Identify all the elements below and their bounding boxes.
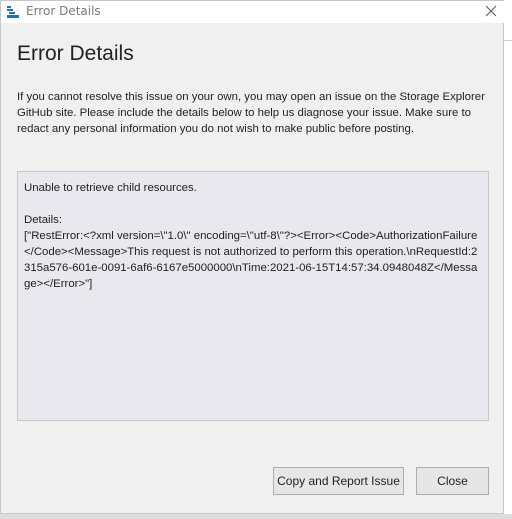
window-title: Error Details bbox=[26, 4, 101, 18]
close-icon[interactable] bbox=[481, 2, 501, 20]
error-details-text[interactable]: Unable to retrieve child resources. Deta… bbox=[17, 171, 489, 421]
copy-and-report-issue-button[interactable]: Copy and Report Issue bbox=[273, 467, 404, 495]
background-divider bbox=[504, 40, 512, 41]
background-window bbox=[504, 0, 512, 519]
page-title: Error Details bbox=[17, 42, 134, 65]
storage-explorer-icon bbox=[6, 4, 20, 18]
error-details-dialog: Error Details Error Details If you canno… bbox=[0, 0, 505, 514]
dialog-shadow bbox=[0, 514, 512, 519]
close-button[interactable]: Close bbox=[416, 467, 489, 495]
title-bar: Error Details bbox=[1, 1, 505, 23]
description-text: If you cannot resolve this issue on your… bbox=[17, 91, 485, 135]
